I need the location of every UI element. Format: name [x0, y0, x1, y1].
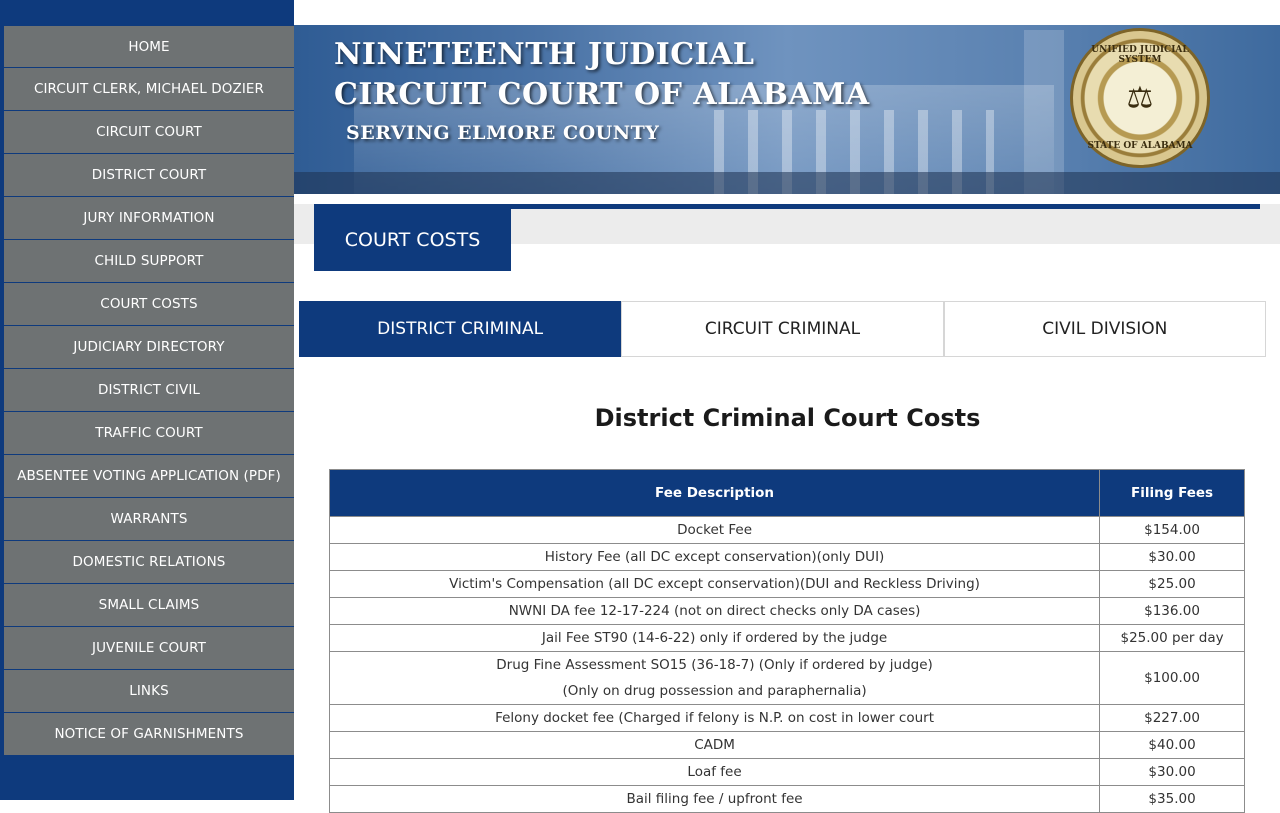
- sidebar-item-circuit-court[interactable]: CIRCUIT COURT: [4, 111, 294, 154]
- seal-bottom-text: STATE OF ALABAMA: [1087, 141, 1193, 151]
- sidebar-item-small-claims[interactable]: SMALL CLAIMS: [4, 584, 294, 627]
- site-title-line2: CIRCUIT COURT OF ALABAMA: [334, 77, 870, 112]
- fee-amount: $136.00: [1099, 597, 1245, 625]
- content-title: District Criminal Court Costs: [594, 404, 981, 432]
- fee-description: Victim's Compensation (all DC except con…: [328, 570, 1101, 598]
- table-row: Victim's Compensation (all DC except con…: [328, 570, 1245, 598]
- sidebar-item-jury-information[interactable]: JURY INFORMATION: [4, 197, 294, 240]
- sidebar-item-domestic-relations[interactable]: DOMESTIC RELATIONS: [4, 541, 294, 584]
- sidebar-item-notice-of-garnishments[interactable]: NOTICE OF GARNISHMENTS: [4, 713, 294, 756]
- fee-amount: $100.00: [1099, 651, 1245, 705]
- court-costs-tabs: DISTRICT CRIMINAL CIRCUIT CRIMINAL CIVIL…: [299, 301, 1266, 357]
- sidebar-item-circuit-clerk[interactable]: CIRCUIT CLERK, MICHAEL DOZIER: [4, 68, 294, 111]
- page-title: COURT COSTS: [314, 204, 511, 271]
- sidebar-item-links[interactable]: LINKS: [4, 670, 294, 713]
- state-seal-logo: UNIFIED JUDICIAL SYSTEM ⚖ STATE OF ALABA…: [1070, 28, 1210, 168]
- clock-tower: [1024, 30, 1064, 194]
- site-subtitle: SERVING ELMORE COUNTY: [346, 122, 660, 144]
- table-row: Loaf fee $30.00: [328, 758, 1245, 786]
- table-row: NWNI DA fee 12-17-224 (not on direct che…: [328, 597, 1245, 625]
- fee-description: NWNI DA fee 12-17-224 (not on direct che…: [328, 597, 1101, 625]
- fee-amount: $30.00: [1099, 758, 1245, 786]
- table-row: Drug Fine Assessment SO15 (36-18-7) (Onl…: [328, 651, 1245, 705]
- sidebar-nav: HOME CIRCUIT CLERK, MICHAEL DOZIER CIRCU…: [0, 26, 294, 756]
- banner-ground: [294, 172, 1280, 194]
- fee-amount: $25.00 per day: [1099, 624, 1245, 652]
- fees-table: Fee Description Filing Fees Docket Fee $…: [328, 469, 1245, 813]
- fee-amount: $35.00: [1099, 785, 1245, 813]
- fee-description: History Fee (all DC except conservation)…: [328, 543, 1101, 571]
- sidebar-item-juvenile-court[interactable]: JUVENILE COURT: [4, 627, 294, 670]
- fee-description: Felony docket fee (Charged if felony is …: [328, 704, 1101, 732]
- sidebar-item-child-support[interactable]: CHILD SUPPORT: [4, 240, 294, 283]
- table-row: Docket Fee $154.00: [328, 516, 1245, 544]
- sidebar-item-district-civil[interactable]: DISTRICT CIVIL: [4, 369, 294, 412]
- table-row: Jail Fee ST90 (14-6-22) only if ordered …: [328, 624, 1245, 652]
- fee-description-line2: (Only on drug possession and paraphernal…: [562, 683, 867, 699]
- tab-circuit-criminal[interactable]: CIRCUIT CRIMINAL: [621, 301, 944, 357]
- tab-civil-division[interactable]: CIVIL DIVISION: [943, 301, 1266, 357]
- sidebar-item-judiciary-directory[interactable]: JUDICIARY DIRECTORY: [4, 326, 294, 369]
- sidebar-top-bar: [0, 0, 294, 26]
- table-row: Bail filing fee / upfront fee $35.00: [328, 785, 1245, 813]
- sidebar-item-absentee-voting[interactable]: ABSENTEE VOTING APPLICATION (PDF): [4, 455, 294, 498]
- site-title-line1: NINETEENTH JUDICIAL: [334, 37, 755, 72]
- header-banner: NINETEENTH JUDICIAL CIRCUIT COURT OF ALA…: [294, 25, 1280, 194]
- fee-description: Loaf fee: [328, 758, 1101, 786]
- table-row: Felony docket fee (Charged if felony is …: [328, 704, 1245, 732]
- fee-description: Drug Fine Assessment SO15 (36-18-7) (Onl…: [328, 651, 1101, 705]
- column-header-filing-fees: Filing Fees: [1099, 469, 1245, 517]
- fee-amount: $30.00: [1099, 543, 1245, 571]
- sidebar-item-home[interactable]: HOME: [4, 26, 294, 68]
- fee-amount: $227.00: [1099, 704, 1245, 732]
- column-header-fee-description: Fee Description: [328, 469, 1101, 517]
- scales-of-justice-icon: ⚖: [1126, 80, 1154, 116]
- sidebar-item-court-costs[interactable]: COURT COSTS: [4, 283, 294, 326]
- fee-description: CADM: [328, 731, 1101, 759]
- table-row: CADM $40.00: [328, 731, 1245, 759]
- table-header-row: Fee Description Filing Fees: [328, 469, 1245, 517]
- fee-description: Jail Fee ST90 (14-6-22) only if ordered …: [328, 624, 1101, 652]
- fee-description-line1: Drug Fine Assessment SO15 (36-18-7) (Onl…: [496, 657, 933, 673]
- sidebar: HOME CIRCUIT CLERK, MICHAEL DOZIER CIRCU…: [0, 0, 294, 800]
- fee-amount: $25.00: [1099, 570, 1245, 598]
- fee-description: Docket Fee: [328, 516, 1101, 544]
- sidebar-item-district-court[interactable]: DISTRICT COURT: [4, 154, 294, 197]
- tab-district-criminal[interactable]: DISTRICT CRIMINAL: [299, 301, 622, 357]
- fee-amount: $40.00: [1099, 731, 1245, 759]
- fee-amount: $154.00: [1099, 516, 1245, 544]
- seal-top-text: UNIFIED JUDICIAL SYSTEM: [1091, 45, 1189, 65]
- sidebar-item-traffic-court[interactable]: TRAFFIC COURT: [4, 412, 294, 455]
- sidebar-item-warrants[interactable]: WARRANTS: [4, 498, 294, 541]
- fee-description: Bail filing fee / upfront fee: [328, 785, 1101, 813]
- table-row: History Fee (all DC except conservation)…: [328, 543, 1245, 571]
